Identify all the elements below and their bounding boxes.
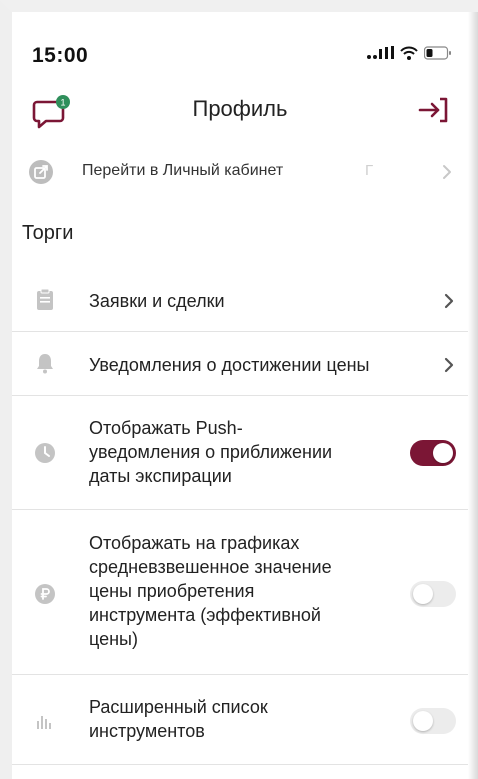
personal-cabinet-link[interactable]: Перейти в Личный кабинет Г (12, 146, 468, 200)
extended-list-label-line: Расширенный список (89, 697, 268, 717)
price-notifications-label: Уведомления о достижении цены (89, 355, 370, 375)
chevron-right-icon (444, 293, 454, 309)
push-expiry-label-line: уведомления о приближении (89, 442, 333, 462)
section-title-trading: Торги (22, 222, 74, 244)
chevron-right-icon (444, 357, 454, 373)
battery-icon (424, 46, 451, 60)
weighted-average-label-line: средневзвешенное значение (89, 557, 332, 577)
personal-cabinet-trail: Г (365, 162, 374, 179)
price-notifications-item[interactable]: Уведомления о достижении цены (12, 332, 468, 396)
frame-shadow (468, 12, 478, 779)
toggle-knob (413, 711, 433, 731)
screen: 15:00 1 Профиль Перейти в Личный кабинет… (0, 0, 478, 779)
status-time: 15:00 (32, 44, 89, 67)
status-icons (366, 46, 452, 60)
push-expiry-setting: Отображать Push- уведомления о приближен… (12, 396, 468, 510)
wifi-icon (400, 46, 418, 60)
extended-list-label: Расширенный список инструментов (89, 695, 268, 743)
weighted-average-label-line: инструмента (эффективной (89, 605, 321, 625)
toggle-knob (413, 584, 433, 604)
logout-icon (418, 97, 448, 123)
push-expiry-toggle[interactable] (410, 440, 456, 466)
ruble-icon (35, 584, 55, 604)
chevron-right-icon (443, 165, 451, 179)
push-expiry-label: Отображать Push- уведомления о приближен… (89, 416, 332, 488)
logout-button[interactable] (418, 96, 450, 124)
extended-list-setting: Расширенный список инструментов (12, 675, 468, 765)
orders-and-deals-label: Заявки и сделки (89, 291, 225, 311)
push-expiry-label-line: Отображать Push- (89, 418, 243, 438)
bell-icon (37, 354, 53, 374)
page-title: Профиль (192, 96, 288, 121)
clock-icon (35, 443, 55, 463)
weighted-average-toggle[interactable] (410, 581, 456, 607)
weighted-average-label-line: цены приобретения (89, 581, 255, 601)
personal-cabinet-label: Перейти в Личный кабинет (82, 162, 284, 179)
signal-icon (367, 46, 394, 59)
extended-list-label-line: инструментов (89, 721, 205, 741)
weighted-average-setting: Отображать на графиках средневзвешенное … (12, 510, 468, 675)
header: 1 Профиль (12, 80, 468, 136)
external-link-icon (29, 160, 53, 184)
extended-list-toggle[interactable] (410, 708, 456, 734)
weighted-average-label-line: цены) (89, 629, 138, 649)
clipboard-icon (37, 288, 53, 310)
weighted-average-label-line: Отображать на графиках (89, 533, 300, 553)
weighted-average-label: Отображать на графиках средневзвешенное … (89, 531, 332, 651)
bar-chart-icon (37, 716, 51, 729)
orders-and-deals-item[interactable]: Заявки и сделки (12, 270, 468, 332)
toggle-knob (433, 443, 453, 463)
push-expiry-label-line: даты экспирации (89, 466, 232, 486)
